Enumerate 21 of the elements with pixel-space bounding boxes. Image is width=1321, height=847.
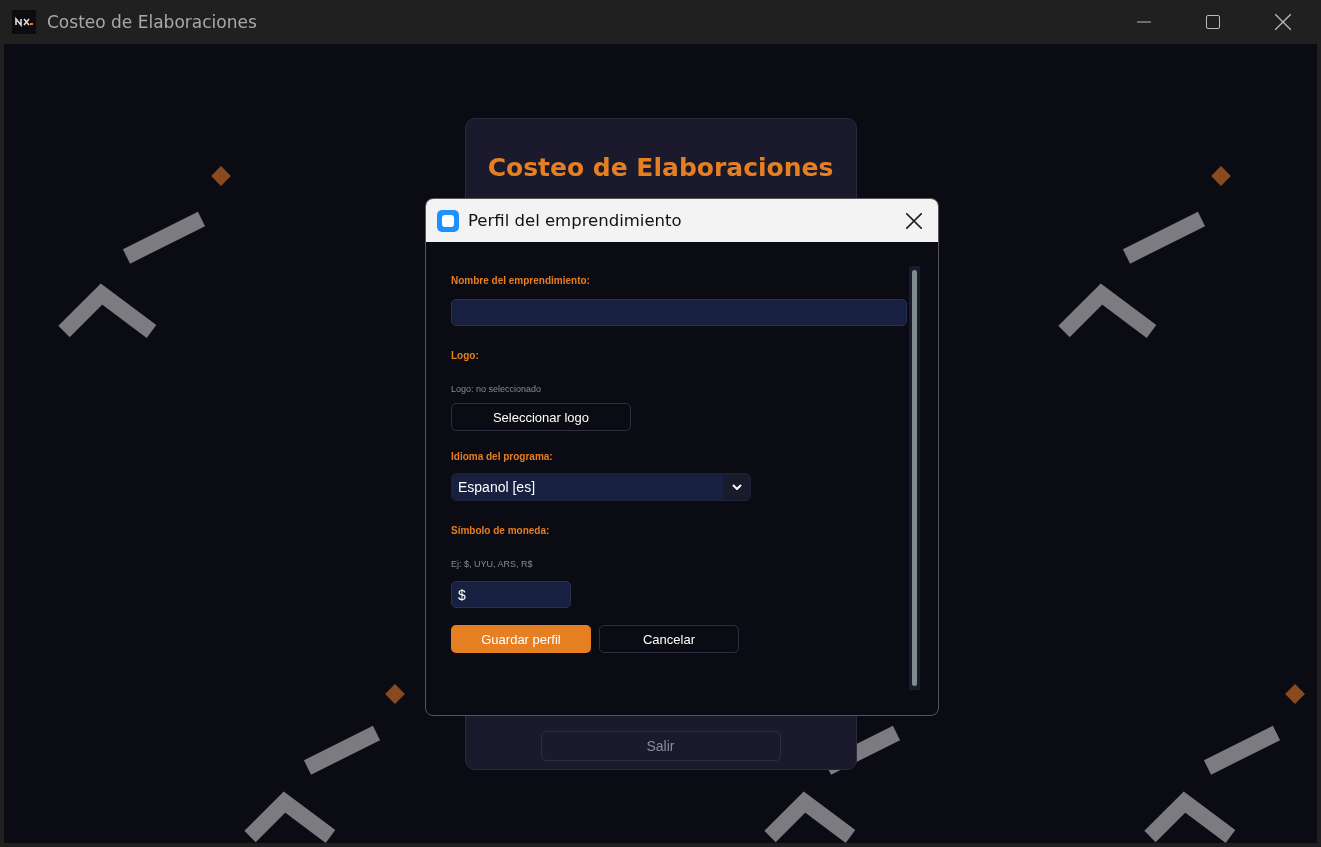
close-icon[interactable] [906,212,922,229]
field-label: Nombre del emprendimiento: [451,275,590,286]
window-title: Costeo de Elaboraciones [47,12,257,32]
field-label: Logo: [451,350,479,361]
language-dropdown[interactable]: Espanol [es] [451,473,751,501]
app-logo-icon [12,10,36,34]
app-icon [437,209,459,232]
exit-button[interactable]: Salir [540,731,781,761]
logo-status: Logo: no seleccionado [451,384,542,394]
cancel-button[interactable]: Cancelar [599,625,739,653]
app-heading: Costeo de Elaboraciones [487,153,834,182]
field-label: Símbolo de moneda: [451,525,550,536]
maximize-icon[interactable] [1206,15,1220,29]
select-logo-button[interactable]: Seleccionar logo [451,403,631,431]
currency-field[interactable]: $ [451,581,571,608]
dialog-title: Perfil del emprendimiento [468,211,682,230]
currency-hint: Ej: $, UYU, ARS, R$ [451,559,533,569]
scrollbar[interactable] [909,266,920,690]
close-icon[interactable] [1275,14,1291,30]
field-label: Idioma del programa: [451,451,553,462]
chevron-down-icon [731,484,742,490]
